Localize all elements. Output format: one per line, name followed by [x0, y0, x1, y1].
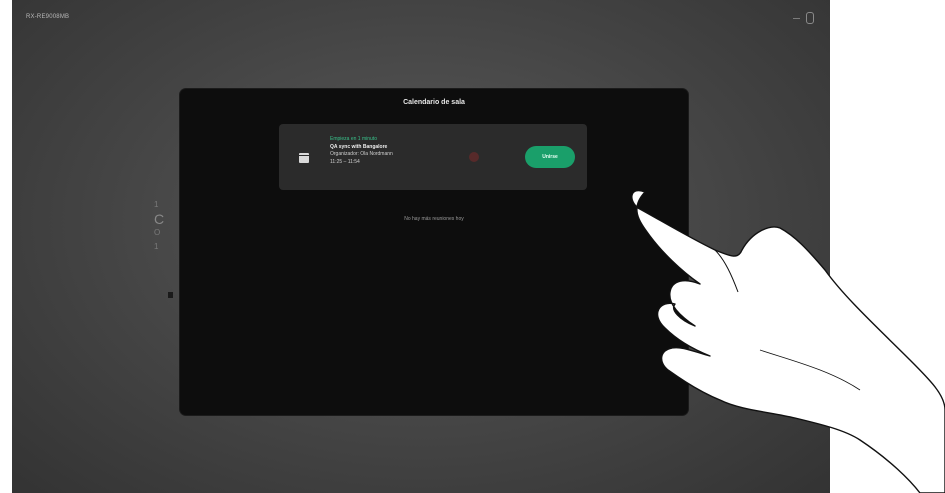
background-line-4: 1	[154, 242, 159, 251]
status-area: —	[793, 12, 814, 24]
background-mark	[168, 292, 173, 298]
pointing-hand-illustration	[631, 189, 945, 493]
room-calendar-dialog: Calendario de sala Empieza en 1 minuto Q…	[180, 89, 688, 415]
no-more-meetings-text: No hay más reuniones hoy	[404, 216, 464, 222]
meeting-title: QA sync with Bangalore	[330, 143, 388, 150]
status-icon	[806, 12, 814, 24]
glare-spot	[469, 152, 479, 162]
background-line-3: O	[154, 228, 161, 237]
calendar-icon	[299, 153, 309, 163]
meeting-details: Empieza en 1 minuto QA sync with Bangalo…	[330, 136, 393, 166]
join-button[interactable]: Unirse	[525, 146, 575, 168]
background-text: 1 C O 1	[154, 198, 164, 254]
meeting-card[interactable]: Empieza en 1 minuto QA sync with Bangalo…	[279, 124, 587, 190]
status-text: —	[793, 14, 800, 22]
background-line-1: 1	[154, 200, 159, 209]
hand-outline	[631, 189, 945, 493]
meeting-time: 11:25 – 11:54	[330, 158, 360, 165]
meeting-starts-in: Empieza en 1 minuto	[330, 136, 377, 142]
background-line-2: C	[154, 211, 165, 227]
dialog-title: Calendario de sala	[403, 99, 465, 106]
meeting-organizer: Organizador: Ola Nordmann	[330, 151, 393, 157]
device-name-label: RX-RE9008MB	[26, 14, 70, 20]
